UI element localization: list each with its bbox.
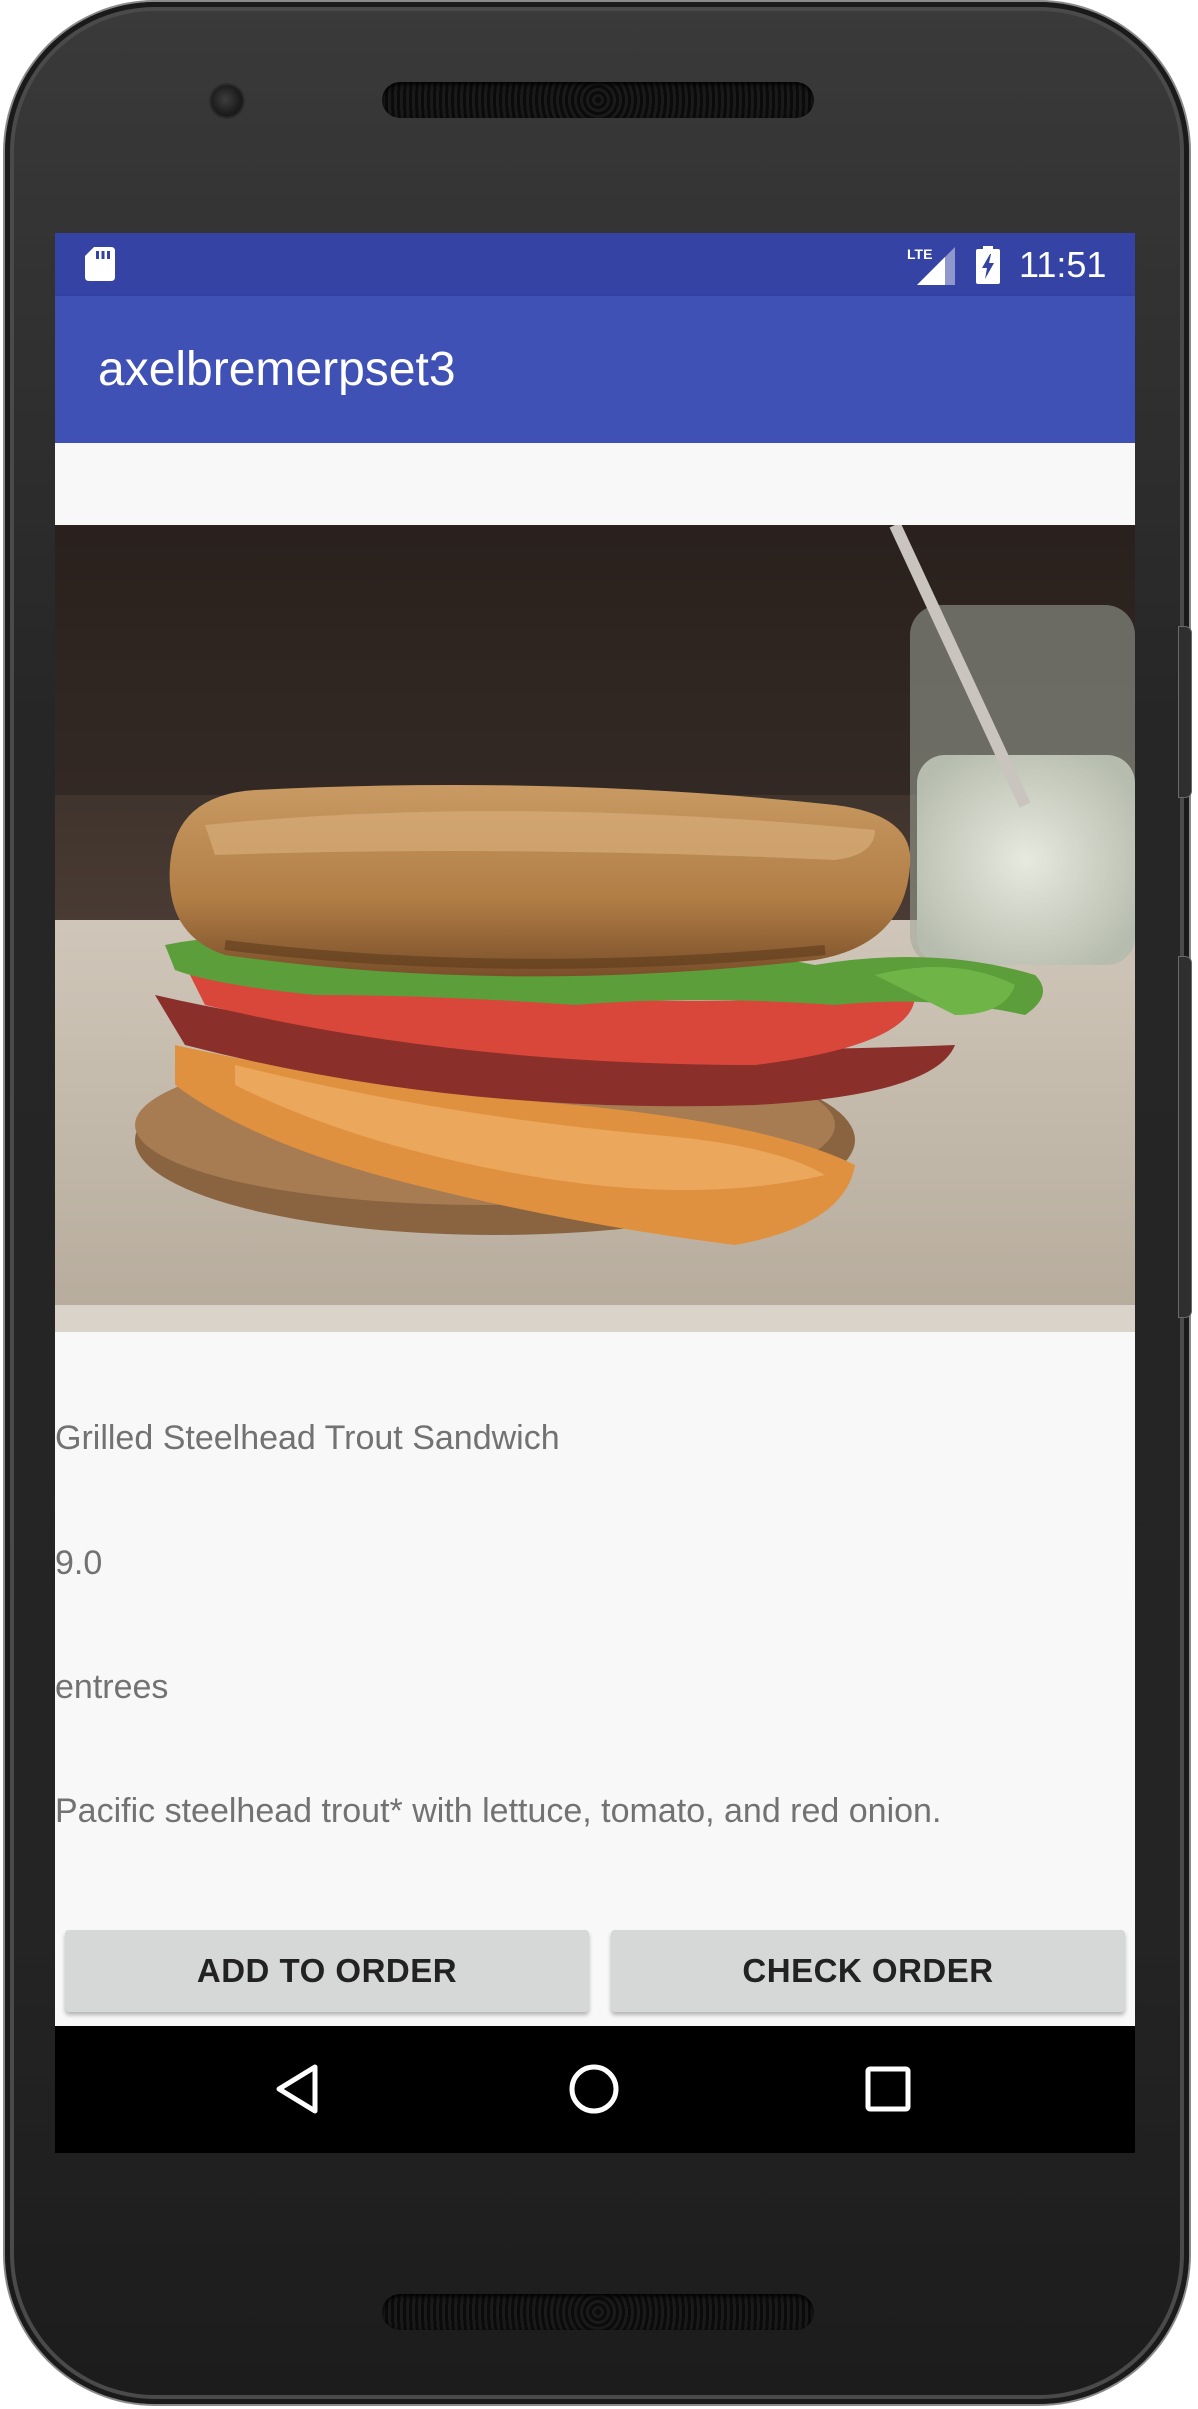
recents-icon[interactable]	[858, 2059, 918, 2119]
front-camera	[211, 85, 243, 117]
back-icon[interactable]	[269, 2059, 329, 2119]
item-category: entrees	[55, 1668, 169, 1706]
navigation-bar	[55, 2026, 1135, 2153]
status-bar: LTE 11:51	[55, 233, 1135, 296]
item-description: Pacific steelhead trout* with lettuce, t…	[55, 1792, 942, 1830]
status-clock: 11:51	[1019, 244, 1107, 285]
home-icon[interactable]	[564, 2059, 624, 2119]
sd-card-icon	[85, 247, 115, 281]
item-name: Grilled Steelhead Trout Sandwich	[55, 1419, 560, 1457]
top-speaker-grille	[382, 82, 814, 118]
app-title: axelbremerpset3	[98, 343, 456, 396]
battery-charging-icon	[976, 246, 1000, 284]
bottom-speaker-grille	[382, 2294, 814, 2330]
svg-text:LTE: LTE	[907, 246, 932, 262]
lte-signal-icon: LTE	[907, 246, 955, 285]
add-to-order-button[interactable]: ADD TO ORDER	[65, 1930, 589, 2012]
item-detail-content: Grilled Steelhead Trout Sandwich 9.0 ent…	[55, 443, 1135, 2026]
app-bar: axelbremerpset3	[55, 296, 1135, 443]
power-button	[1179, 627, 1191, 797]
device-screen: LTE 11:51 axelbremerpset3 Grilled Steelh…	[55, 233, 1135, 2153]
item-price: 9.0	[55, 1544, 103, 1582]
check-order-button[interactable]: CHECK ORDER	[611, 1930, 1125, 2012]
sandwich-photo	[55, 525, 1135, 1332]
volume-button	[1179, 957, 1191, 1317]
